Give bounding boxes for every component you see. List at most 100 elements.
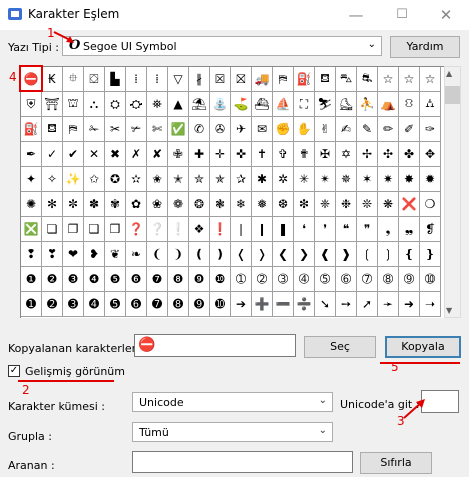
- char-cell[interactable]: ✁: [84, 117, 105, 142]
- char-cell[interactable]: ₭: [42, 67, 63, 92]
- char-cell[interactable]: ✫: [126, 167, 147, 192]
- char-cell[interactable]: ✰: [231, 167, 252, 192]
- char-cell[interactable]: ➐: [147, 292, 168, 317]
- char-cell[interactable]: ❴: [399, 242, 420, 267]
- char-cell[interactable]: ✕: [84, 142, 105, 167]
- maximize-button[interactable]: ☐: [379, 0, 425, 30]
- char-cell[interactable]: ✧: [42, 167, 63, 192]
- char-cell[interactable]: ➔: [231, 292, 252, 317]
- char-cell[interactable]: ✢: [357, 142, 378, 167]
- char-cell[interactable]: ➅: [336, 267, 357, 292]
- char-cell[interactable]: ➉: [420, 267, 441, 292]
- char-cell[interactable]: ⛻: [399, 92, 420, 117]
- char-cell[interactable]: ⛩: [42, 92, 63, 117]
- char-cell[interactable]: ⛹: [357, 92, 378, 117]
- char-cell[interactable]: ➘: [315, 292, 336, 317]
- char-cell[interactable]: ❓: [126, 217, 147, 242]
- char-cell[interactable]: ⛮: [126, 92, 147, 117]
- char-cell[interactable]: ✼: [63, 192, 84, 217]
- char-cell[interactable]: ∦: [189, 67, 210, 92]
- char-cell[interactable]: ⛬: [84, 92, 105, 117]
- help-button[interactable]: Yardım: [390, 36, 460, 58]
- char-cell[interactable]: ✗: [126, 142, 147, 167]
- char-cell[interactable]: ❗: [210, 217, 231, 242]
- char-cell[interactable]: ✿: [126, 192, 147, 217]
- char-cell[interactable]: ❶: [21, 267, 42, 292]
- char-cell[interactable]: ❲: [357, 242, 378, 267]
- char-cell[interactable]: ❒: [105, 217, 126, 242]
- char-cell[interactable]: ❝: [336, 217, 357, 242]
- char-cell[interactable]: ⛴: [252, 92, 273, 117]
- char-cell[interactable]: ✥: [420, 142, 441, 167]
- char-cell[interactable]: ❦: [105, 242, 126, 267]
- char-cell[interactable]: ☆: [420, 67, 441, 92]
- char-cell[interactable]: ❠: [399, 217, 420, 242]
- char-cell[interactable]: ❑: [84, 217, 105, 242]
- select-button[interactable]: Seç: [304, 336, 376, 358]
- char-cell[interactable]: ✞: [273, 142, 294, 167]
- char-cell[interactable]: ❥: [84, 242, 105, 267]
- scroll-down-icon[interactable]: ▼: [446, 306, 452, 315]
- char-cell[interactable]: ❢: [21, 242, 42, 267]
- char-cell[interactable]: ➖: [273, 292, 294, 317]
- char-cell[interactable]: ❊: [357, 192, 378, 217]
- char-cell[interactable]: ⁞: [126, 67, 147, 92]
- copied-chars-input[interactable]: ⛔: [134, 334, 296, 357]
- char-cell[interactable]: ✳: [294, 167, 315, 192]
- char-cell[interactable]: ❭: [252, 242, 273, 267]
- char-cell[interactable]: ❽: [168, 267, 189, 292]
- char-cell[interactable]: ❸: [63, 267, 84, 292]
- char-cell[interactable]: ❆: [273, 192, 294, 217]
- char-cell[interactable]: ✭: [168, 167, 189, 192]
- char-cell[interactable]: ❋: [378, 192, 399, 217]
- char-cell[interactable]: ⛷: [315, 92, 336, 117]
- char-cell[interactable]: ❘: [231, 217, 252, 242]
- char-cell[interactable]: ➂: [273, 267, 294, 292]
- char-cell[interactable]: ❫: [210, 242, 231, 267]
- char-cell[interactable]: ⛋: [84, 67, 105, 92]
- char-cell[interactable]: ✦: [21, 167, 42, 192]
- char-cell[interactable]: ➚: [357, 292, 378, 317]
- char-cell[interactable]: ⯐: [63, 67, 84, 92]
- char-cell[interactable]: ✆: [189, 117, 210, 142]
- char-cell[interactable]: ✮: [189, 167, 210, 192]
- char-cell[interactable]: ✛: [210, 142, 231, 167]
- char-cell[interactable]: ✪: [105, 167, 126, 192]
- char-cell[interactable]: ⛵: [273, 92, 294, 117]
- char-cell[interactable]: ⛲: [210, 92, 231, 117]
- char-cell[interactable]: ➗: [294, 292, 315, 317]
- char-cell[interactable]: ✒: [21, 142, 42, 167]
- char-cell[interactable]: ➙: [336, 292, 357, 317]
- char-cell[interactable]: ❍: [420, 192, 441, 217]
- scrollbar-thumb[interactable]: [445, 86, 460, 104]
- close-button[interactable]: ✕: [423, 0, 469, 30]
- font-select[interactable]: O Segoe UI Symbol ⌄: [62, 36, 382, 56]
- char-cell[interactable]: ➆: [357, 267, 378, 292]
- minimize-button[interactable]: —: [333, 0, 379, 30]
- char-cell[interactable]: ⛔: [21, 67, 42, 92]
- char-cell[interactable]: ▽: [168, 67, 189, 92]
- char-cell[interactable]: ☆: [399, 67, 420, 92]
- char-cell[interactable]: ❌: [399, 192, 420, 217]
- char-cell[interactable]: ✔: [63, 142, 84, 167]
- char-cell[interactable]: ❰: [315, 242, 336, 267]
- char-cell[interactable]: ✡: [336, 142, 357, 167]
- char-cell[interactable]: ✄: [147, 117, 168, 142]
- search-input[interactable]: [132, 451, 353, 473]
- char-cell[interactable]: ❷: [42, 267, 63, 292]
- char-cell[interactable]: ❧: [126, 242, 147, 267]
- char-cell[interactable]: ✴: [315, 167, 336, 192]
- char-cell[interactable]: ✐: [399, 117, 420, 142]
- char-cell[interactable]: ❙: [252, 217, 273, 242]
- char-cell[interactable]: ☒: [210, 67, 231, 92]
- char-cell[interactable]: 🚚: [252, 67, 273, 92]
- char-cell[interactable]: ❐: [63, 217, 84, 242]
- char-cell[interactable]: ⛝: [231, 67, 252, 92]
- char-cell[interactable]: ➋: [42, 292, 63, 317]
- advanced-view-checkbox[interactable]: ✓: [8, 365, 20, 377]
- char-cell[interactable]: ✨: [63, 167, 84, 192]
- char-cell[interactable]: ➇: [378, 267, 399, 292]
- char-cell[interactable]: ✇: [210, 117, 231, 142]
- reset-button[interactable]: Sıfırla: [360, 452, 432, 474]
- char-cell[interactable]: ✸: [399, 167, 420, 192]
